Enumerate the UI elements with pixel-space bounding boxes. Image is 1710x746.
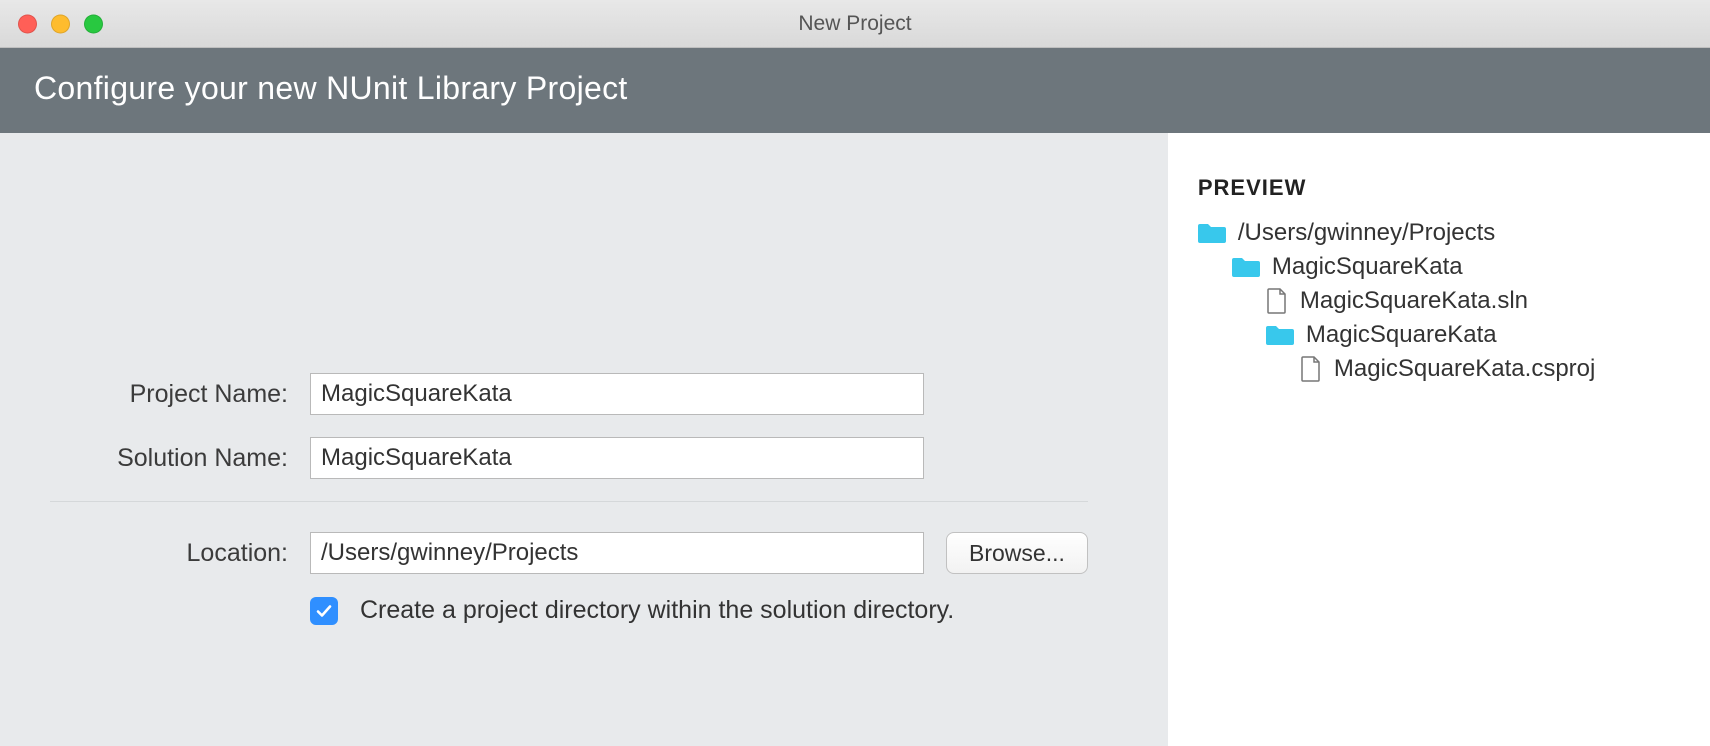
page-banner: Configure your new NUnit Library Project [0,48,1710,133]
create-dir-row: Create a project directory within the so… [310,596,1088,625]
tree-project-file: MagicSquareKata.csproj [1300,355,1680,383]
content-area: Project Name: Solution Name: Location: B… [0,133,1710,746]
window-minimize-button[interactable] [51,14,70,33]
tree-project-folder: MagicSquareKata [1266,321,1680,349]
window-titlebar: New Project [0,0,1710,48]
window-close-button[interactable] [18,14,37,33]
folder-icon [1232,255,1260,279]
window-title: New Project [0,12,1710,36]
checkmark-icon [315,602,333,620]
folder-icon [1198,221,1226,245]
form-area: Project Name: Solution Name: Location: B… [0,133,1168,746]
file-icon [1300,356,1322,382]
tree-item-label: MagicSquareKata [1272,253,1463,281]
preview-panel: PREVIEW /Users/gwinney/Projects [1168,133,1710,746]
location-row: Location: Browse... [50,532,1088,574]
solution-name-row: Solution Name: [50,437,1088,479]
solution-name-input[interactable] [310,437,924,479]
location-input[interactable] [310,532,924,574]
tree-solution-file: MagicSquareKata.sln [1266,287,1680,315]
project-name-label: Project Name: [50,380,310,409]
browse-button[interactable]: Browse... [946,532,1088,574]
folder-icon [1266,323,1294,347]
location-label: Location: [50,539,310,568]
solution-name-label: Solution Name: [50,444,310,473]
tree-solution-folder: MagicSquareKata [1232,253,1680,281]
file-icon [1266,288,1288,314]
create-dir-checkbox[interactable] [310,597,338,625]
create-dir-label: Create a project directory within the so… [360,596,954,625]
project-name-input[interactable] [310,373,924,415]
preview-tree: /Users/gwinney/Projects MagicSquareKata [1198,219,1680,383]
tree-item-label: /Users/gwinney/Projects [1238,219,1495,247]
project-name-row: Project Name: [50,373,1088,415]
tree-item-label: MagicSquareKata.csproj [1334,355,1595,383]
form-divider [50,501,1088,502]
preview-heading: PREVIEW [1198,175,1680,201]
tree-item-label: MagicSquareKata.sln [1300,287,1528,315]
page-title: Configure your new NUnit Library Project [34,70,628,106]
window-traffic-lights [18,14,103,33]
tree-root-folder: /Users/gwinney/Projects [1198,219,1680,247]
tree-item-label: MagicSquareKata [1306,321,1497,349]
window-zoom-button[interactable] [84,14,103,33]
